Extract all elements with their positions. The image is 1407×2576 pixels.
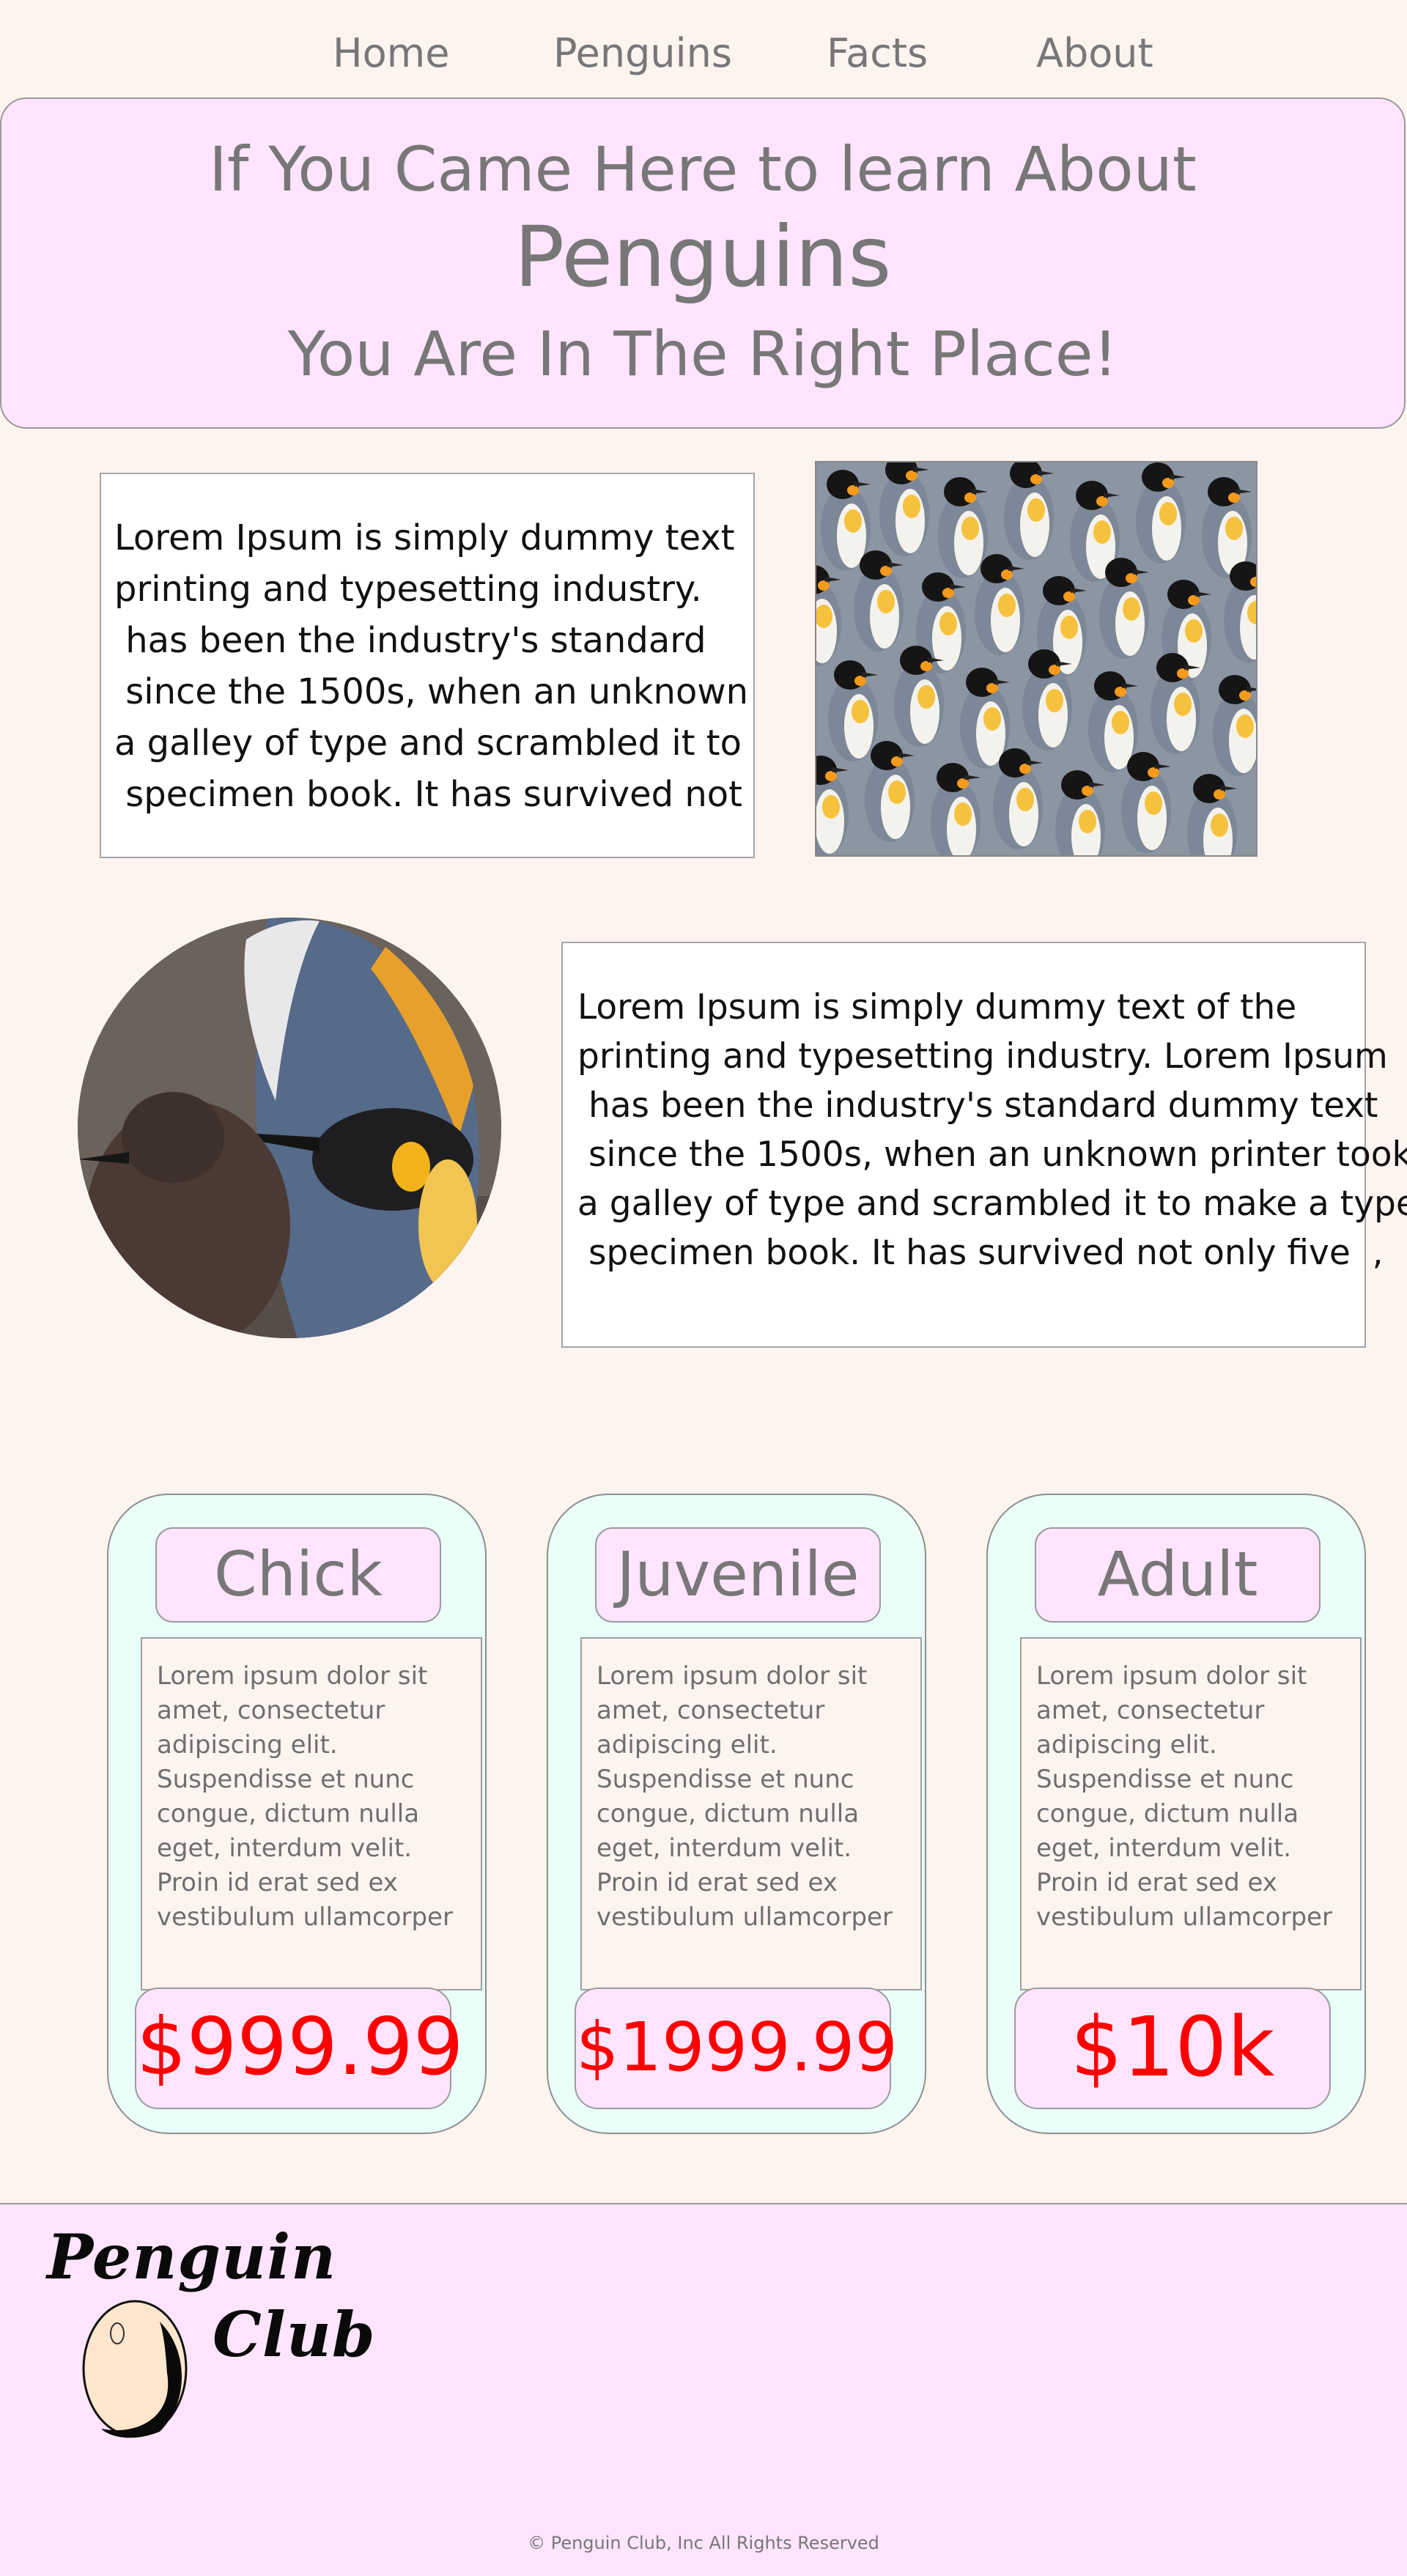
nav-penguins-link[interactable]: Penguins [553, 28, 732, 79]
pricing-card-adult: Adult Lorem ipsum dolor sit amet, consect… [986, 1494, 1366, 2134]
card-title: Juvenile [595, 1527, 881, 1623]
intro-text-box: Lorem Ipsum is simply dummy text printin… [100, 473, 755, 858]
intro-text-line: specimen book. It has survived not [114, 774, 742, 815]
price-button[interactable]: $999.99 [135, 1988, 464, 2109]
egg-logo-icon [79, 2292, 192, 2439]
card-title: Chick [155, 1527, 441, 1623]
copyright-text: © Penguin Club, Inc All Rights Reserved [528, 2533, 879, 2553]
penguin-chick-image [78, 918, 501, 1338]
detail-text-line: a galley of type and scrambled it to mak… [577, 1184, 1407, 1224]
detail-text-line: Lorem Ipsum is simply dummy text of the [577, 987, 1297, 1027]
logo-word-club: Club [213, 2298, 376, 2371]
detail-text-line: has been the industry's standard dummy t… [577, 1085, 1378, 1126]
intro-text-line: has been the industry's standard [114, 620, 706, 661]
penguin-colony-image [815, 461, 1258, 857]
detail-text-line: since the 1500s, when an unknown printer… [577, 1134, 1407, 1175]
intro-text-line: a galley of type and scrambled it to [114, 723, 742, 764]
hero-line-1: If You Came Here to learn About [209, 133, 1197, 205]
hero-banner: If You Came Here to learn About Penguins… [0, 97, 1406, 429]
card-description: Lorem ipsum dolor sit amet, consectetur ad… [580, 1637, 922, 1990]
pricing-card-juvenile: Juvenile Lorem ipsum dolor sit amet, cons… [547, 1494, 926, 2134]
intro-text-line: Lorem Ipsum is simply dummy text [114, 517, 735, 558]
intro-text-line: printing and typesetting industry. [114, 569, 702, 610]
nav-home-link[interactable]: Home [333, 28, 449, 79]
card-description: Lorem ipsum dolor sit amet, consectetur ad… [1020, 1637, 1362, 1990]
card-description: Lorem ipsum dolor sit amet, consectetur ad… [141, 1637, 482, 1990]
site-footer: Penguin Club © Penguin Club, Inc All Rig… [0, 2203, 1407, 2576]
pricing-card-chick: Chick Lorem ipsum dolor sit amet, consect… [107, 1494, 487, 2134]
price-button[interactable]: $1999.99 [575, 1988, 898, 2109]
detail-text-box: Lorem Ipsum is simply dummy text of the … [561, 942, 1407, 1348]
detail-text-line: printing and typesetting industry. Lorem… [577, 1036, 1388, 1077]
intro-text-line: since the 1500s, when an unknown [114, 671, 749, 712]
detail-text-line: specimen book. It has survived not only … [577, 1233, 1384, 1273]
nav-facts-link[interactable]: Facts [827, 28, 928, 79]
nav-about-link[interactable]: About [1036, 28, 1153, 79]
logo-word-penguin: Penguin [47, 2221, 337, 2293]
hero-line-3: You Are In The Right Place! [287, 318, 1118, 390]
price-button[interactable]: $10k [1014, 1988, 1331, 2109]
card-title: Adult [1035, 1527, 1321, 1623]
hero-title: Penguins [514, 208, 892, 306]
